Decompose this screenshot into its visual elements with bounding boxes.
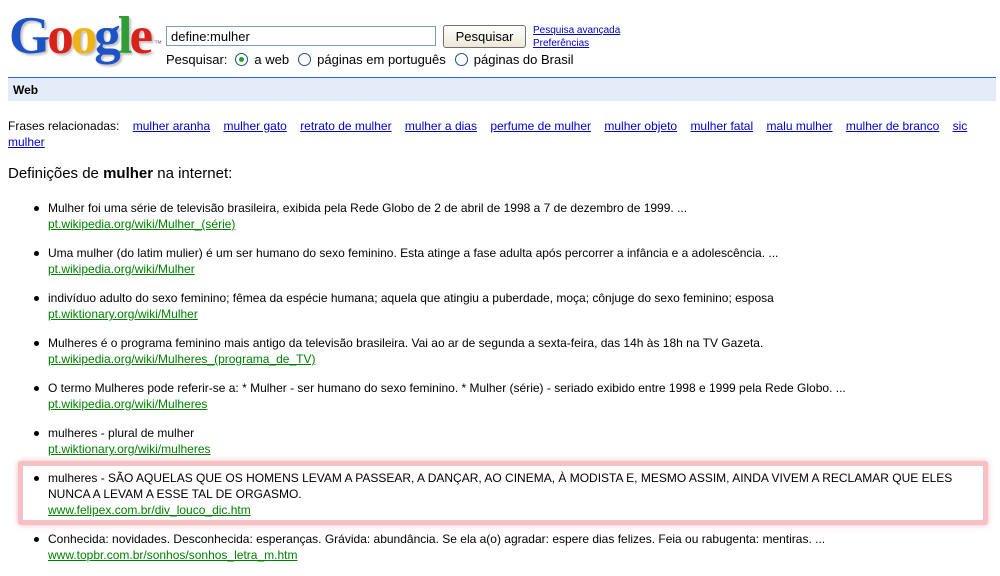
related-link[interactable]: mulher aranha [133, 119, 210, 133]
scope-option-portuguese[interactable]: páginas em português [298, 52, 446, 67]
logo-letter: o [47, 7, 73, 65]
definition-source-link[interactable]: www.topbr.com.br/sonhos/sonhos_letra_m.h… [48, 547, 297, 563]
definition-text: Conhecida: novidades. Desconhecida: espe… [48, 532, 826, 546]
search-scope: Pesquisar: a web páginas em português pá… [166, 52, 583, 67]
definition-item: O termo Mulheres pode referir-se a: * Mu… [0, 380, 988, 412]
definition-source-link[interactable]: pt.wikipedia.org/wiki/Mulher [48, 261, 195, 277]
related-link[interactable]: mulher gato [223, 119, 286, 133]
logo-letter: e [129, 7, 152, 65]
definition-source-link[interactable]: pt.wikipedia.org/wiki/Mulheres [48, 396, 207, 412]
related-link[interactable]: perfume de mulher [490, 119, 591, 133]
scope-radio[interactable] [235, 53, 249, 66]
related-phrases: Frases relacionadas: mulher aranha mulhe… [8, 118, 996, 150]
related-link[interactable]: mulher fatal [690, 119, 753, 133]
definition-text: Mulheres é o programa feminino mais anti… [48, 336, 764, 350]
definition-source-link[interactable]: pt.wiktionary.org/wiki/Mulher [48, 306, 198, 322]
definition-item: mulheres - plural de mulher pt.wiktionary… [0, 425, 988, 457]
logo-letter: o [70, 7, 97, 65]
advanced-search-link[interactable]: Pesquisa avançada [533, 24, 620, 37]
related-link[interactable]: mulher de branco [846, 119, 939, 133]
preferences-link[interactable]: Preferências [533, 37, 620, 50]
definition-text: Mulher foi uma série de televisão brasil… [48, 201, 688, 215]
related-link[interactable]: malu mulher [766, 119, 832, 133]
definition-text: Uma mulher (do latim mulier) é um ser hu… [48, 246, 779, 260]
definition-item: Mulher foi uma série de televisão brasil… [0, 200, 988, 232]
definitions-heading: Definições de mulher na internet: [8, 165, 233, 182]
related-link[interactable]: mulher objeto [604, 119, 677, 133]
results-bar: Web [8, 77, 996, 101]
logo-letter: G [9, 7, 50, 65]
related-link[interactable]: retrato de mulher [300, 119, 391, 133]
google-logo[interactable]: Google ™ [9, 7, 162, 65]
scope-label: Pesquisar: [166, 52, 228, 67]
definition-text: mulheres - plural de mulher [48, 426, 195, 440]
definition-item: Mulheres é o programa feminino mais anti… [0, 335, 988, 367]
web-tab-label: Web [13, 83, 39, 97]
highlight-annotation [18, 461, 988, 525]
definition-source-link[interactable]: pt.wikipedia.org/wiki/Mulher_(série) [48, 216, 235, 232]
scope-radio[interactable] [454, 53, 468, 66]
scope-option-web[interactable]: a web [235, 52, 289, 67]
definition-item: Uma mulher (do latim mulier) é um ser hu… [0, 245, 988, 277]
search-button[interactable]: Pesquisar [443, 25, 526, 48]
related-link[interactable]: mulher a dias [405, 119, 477, 133]
header-links: Pesquisa avançada Preferências [533, 24, 620, 50]
scope-radio[interactable] [298, 53, 312, 66]
definition-item: indivíduo adulto do sexo feminino; fêmea… [0, 290, 988, 322]
definition-source-link[interactable]: pt.wikipedia.org/wiki/Mulheres_(programa… [48, 351, 315, 367]
search-term: mulher [103, 165, 154, 182]
related-label: Frases relacionadas: [8, 119, 120, 133]
scope-option-brazil[interactable]: páginas do Brasil [454, 52, 574, 67]
definition-text: O termo Mulheres pode referir-se a: * Mu… [48, 381, 846, 395]
definition-item: Conhecida: novidades. Desconhecida: espe… [0, 531, 988, 563]
logo-letter: g [94, 7, 120, 65]
definition-text: indivíduo adulto do sexo feminino; fêmea… [48, 291, 774, 305]
search-input[interactable] [166, 26, 436, 46]
logo-letter: l [117, 7, 133, 65]
definition-source-link[interactable]: pt.wiktionary.org/wiki/mulheres [48, 441, 211, 457]
trademark-symbol: ™ [154, 39, 162, 48]
